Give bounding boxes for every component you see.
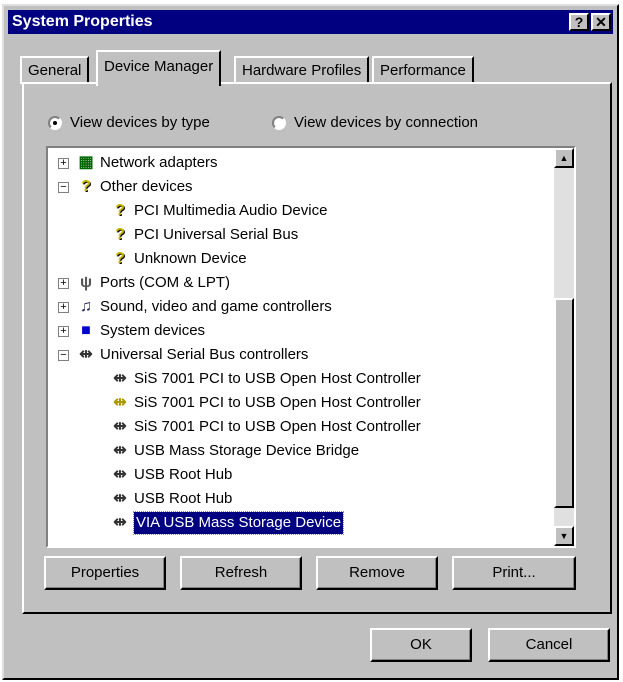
tree-item[interactable]: ■ System devices [76,320,205,342]
tree-item[interactable]: ψ Ports (COM & LPT) [76,272,230,294]
tree-item-label: Network adapters [100,154,218,171]
radio-unchecked-icon [272,115,286,130]
tree-item[interactable]: ? Other devices [76,176,193,198]
tree-item[interactable]: ⇹ SiS 7001 PCI to USB Open Host Controlle… [110,392,421,414]
help-button[interactable]: ? [569,13,589,31]
network-icon: ▦ [78,154,94,171]
warning-question-icon: ? [115,250,125,267]
cancel-button[interactable]: Cancel [488,628,610,662]
tree-item[interactable]: ⇹ USB Root Hub [110,488,232,510]
tree-item-label: VIA USB Mass Storage Device [132,511,345,535]
remove-button[interactable]: Remove [316,556,438,590]
warning-question-icon: ? [115,202,125,219]
radio-view-by-type[interactable]: View devices by type [48,114,210,131]
tree-item[interactable]: ⇹ USB Root Hub [110,464,232,486]
tree-item-label: Sound, video and game controllers [100,298,332,315]
tree-item-label: PCI Universal Serial Bus [134,226,299,243]
computer-icon: ■ [81,322,91,339]
usb-warning-icon: ⇹ [113,394,127,411]
title-bar: System Properties ? ✕ [8,10,613,34]
expander-button[interactable]: − [58,350,69,361]
tree-item-label: USB Mass Storage Device Bridge [134,442,360,459]
expander-button[interactable]: + [58,326,69,337]
expander-button[interactable]: + [58,158,69,169]
expander-button[interactable]: − [58,182,69,193]
tree-item[interactable]: ▦ Network adapters [76,152,218,174]
scroll-down-button[interactable]: ▼ [554,526,574,546]
tab-general[interactable]: General [20,56,90,84]
scroll-up-button[interactable]: ▲ [554,148,574,168]
tree-item-label: USB Root Hub [134,490,233,507]
sound-icon: ♫ [80,298,92,315]
tree-item[interactable]: ⇹ VIA USB Mass Storage Device [110,511,345,535]
refresh-button[interactable]: Refresh [180,556,302,590]
question-icon: ? [81,178,91,195]
tree-item[interactable]: ♫ Sound, video and game controllers [76,296,332,318]
tree-item[interactable]: ? PCI Multimedia Audio Device [110,200,327,222]
device-tree[interactable]: ▲ ▼ + ▦ Network adapters −? Other devices? PC… [46,146,576,548]
tree-item[interactable]: ⇹ SiS 7001 PCI to USB Open Host Controlle… [110,416,421,438]
tree-item-label: SiS 7001 PCI to USB Open Host Controller [134,394,421,411]
usb-icon: ⇹ [113,442,127,459]
tree-item[interactable]: ⇹ Universal Serial Bus controllers [76,344,308,366]
tree-item[interactable]: ? Unknown Device [110,248,247,270]
usb-icon: ⇹ [113,466,127,483]
usb-icon: ⇹ [113,490,127,507]
radio-label: View devices by connection [294,114,478,131]
radio-checked-icon [48,115,62,130]
usb-icon: ⇹ [113,514,127,531]
tree-item-label: Unknown Device [134,250,247,267]
vertical-scrollbar[interactable]: ▲ ▼ [554,148,574,546]
usb-icon: ⇹ [113,370,127,387]
tree-item-label: System devices [100,322,206,339]
radio-view-by-connection[interactable]: View devices by connection [272,114,478,131]
usb-icon: ⇹ [79,346,93,363]
usb-icon: ⇹ [113,418,127,435]
tree-item[interactable]: ? PCI Universal Serial Bus [110,224,298,246]
radio-label: View devices by type [70,114,210,131]
properties-button[interactable]: Properties [44,556,166,590]
tab-hardware-profiles[interactable]: Hardware Profiles [234,56,370,84]
port-icon: ψ [79,274,93,291]
tree-item-label: Ports (COM & LPT) [100,274,231,291]
tree-item[interactable]: ⇹ SiS 7001 PCI to USB Open Host Controlle… [110,368,421,390]
tab-performance[interactable]: Performance [372,56,474,84]
tree-item-label: Universal Serial Bus controllers [100,346,309,363]
tab-device-manager[interactable]: Device Manager [96,50,222,86]
system-properties-window: System Properties ? ✕ General Device Man… [2,4,619,680]
tree-item-label: SiS 7001 PCI to USB Open Host Controller [134,370,421,387]
tree-item[interactable]: ⇹ USB Mass Storage Device Bridge [110,440,359,462]
expander-button[interactable]: + [58,302,69,313]
tree-item-label: PCI Multimedia Audio Device [134,202,328,219]
warning-question-icon: ? [115,226,125,243]
scrollbar-thumb[interactable] [554,298,574,508]
window-title: System Properties [12,13,153,30]
tree-item-label: SiS 7001 PCI to USB Open Host Controller [134,418,421,435]
close-button[interactable]: ✕ [591,13,611,31]
expander-button[interactable]: + [58,278,69,289]
tree-item-label: USB Root Hub [134,466,233,483]
ok-button[interactable]: OK [370,628,472,662]
tree-item-label: Other devices [100,178,193,195]
print-button[interactable]: Print... [452,556,576,590]
